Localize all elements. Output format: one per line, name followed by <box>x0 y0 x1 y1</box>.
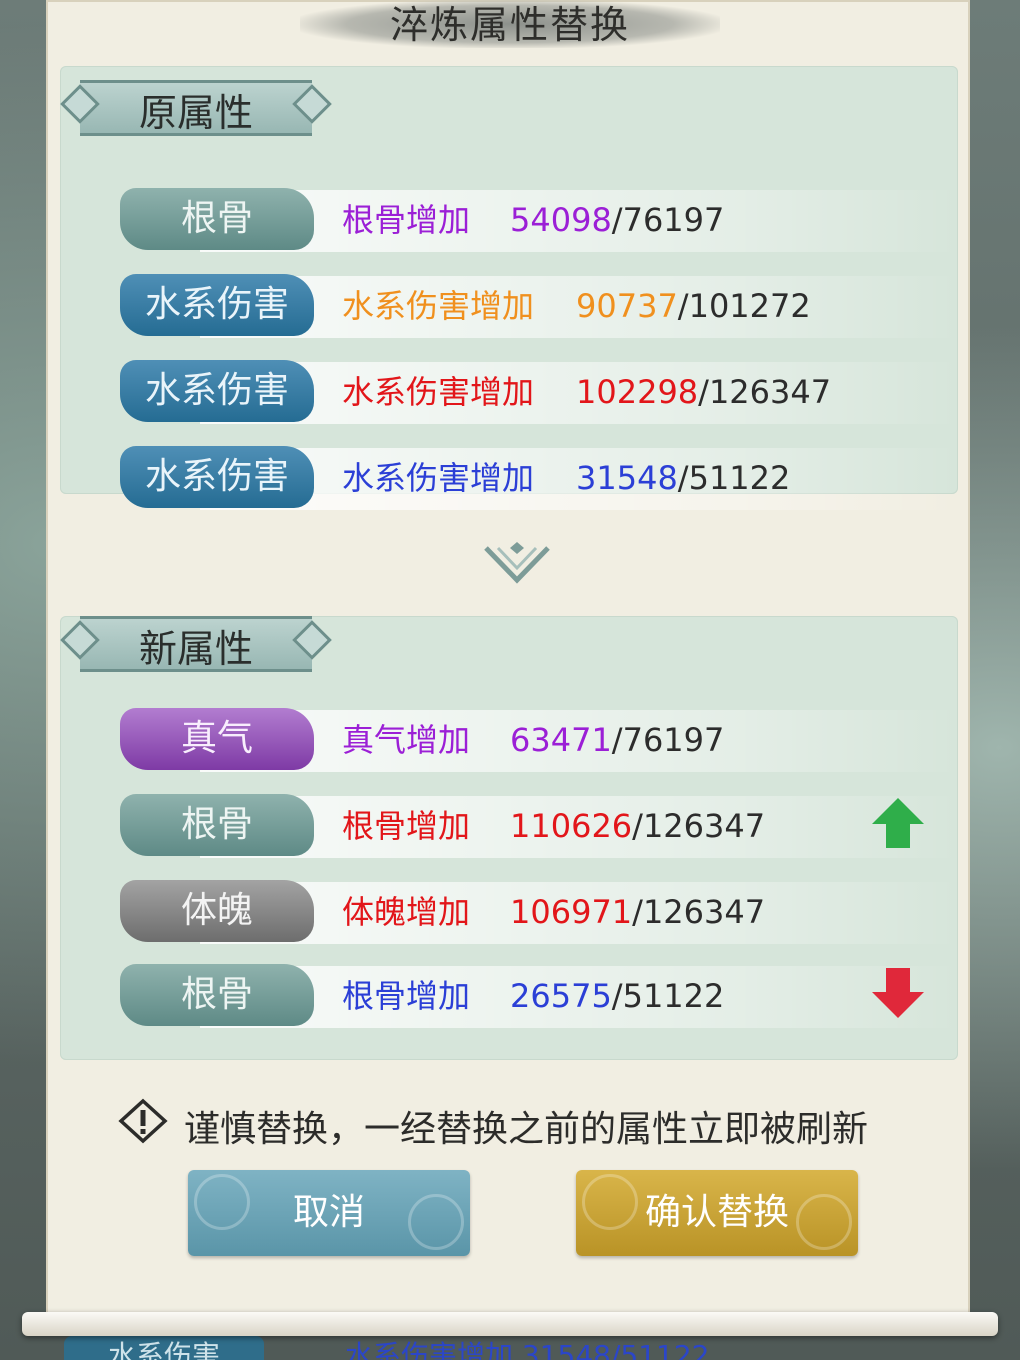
cloud-ornament <box>194 1174 250 1230</box>
old-attributes-header: 原属性 <box>60 76 332 136</box>
background-tag: 水系伤害 <box>64 1336 264 1360</box>
attribute-tag: 水系伤害 <box>120 274 314 336</box>
attribute-tag: 体魄 <box>120 880 314 942</box>
attribute-row: 根骨 根骨增加 110626/126347 <box>120 794 960 858</box>
attribute-tag: 根骨 <box>120 188 314 250</box>
cloud-ornament <box>582 1174 638 1230</box>
cloud-ornament <box>408 1194 464 1250</box>
attribute-value: 102298/126347 <box>576 372 831 412</box>
title-banner: 淬炼属性替换 <box>300 0 720 48</box>
new-attributes-label: 新属性 <box>138 627 253 671</box>
attribute-tag: 真气 <box>120 708 314 770</box>
attribute-value: 106971/126347 <box>510 892 765 932</box>
arrow-down-icon <box>872 968 924 1018</box>
attribute-name: 水系伤害增加 <box>342 459 535 497</box>
attribute-max: /51122 <box>611 977 725 1015</box>
chevron-down-icon <box>484 542 550 584</box>
attribute-row: 真气 真气增加 63471/76197 <box>120 708 960 772</box>
attribute-tag: 水系伤害 <box>120 360 314 422</box>
attribute-value: 110626/126347 <box>510 806 765 846</box>
attribute-value: 26575/51122 <box>510 976 724 1016</box>
attribute-current: 31548 <box>576 459 678 497</box>
dialog-title: 淬炼属性替换 <box>389 3 630 47</box>
attribute-name: 真气增加 <box>342 721 471 759</box>
attribute-value: 54098/76197 <box>510 200 724 240</box>
attribute-row: 水系伤害 水系伤害增加 31548/51122 <box>120 446 960 510</box>
attribute-current: 102298 <box>576 373 699 411</box>
confirm-replace-button[interactable]: 确认替换 <box>576 1170 858 1256</box>
attribute-value: 63471/76197 <box>510 720 724 760</box>
attribute-current: 106971 <box>510 893 633 931</box>
attribute-name: 根骨增加 <box>342 201 471 239</box>
attribute-max: /76197 <box>611 721 725 759</box>
arrow-up-icon <box>872 798 924 848</box>
warning-notice: 谨慎替换，一经替换之前的属性立即被刷新 <box>118 1096 918 1150</box>
background-attribute-row: 水系伤害 水系伤害增加 31548/51122 <box>0 1336 1020 1360</box>
attribute-row: 体魄 体魄增加 106971/126347 <box>120 880 960 944</box>
cancel-button-label: 取消 <box>292 1192 365 1233</box>
new-attributes-header: 新属性 <box>60 612 332 672</box>
attribute-max: /126347 <box>632 893 766 931</box>
attribute-tag: 根骨 <box>120 794 314 856</box>
attribute-value: 31548/51122 <box>576 458 790 498</box>
background-text: 水系伤害增加 31548/51122 <box>345 1339 710 1360</box>
attribute-row: 水系伤害 水系伤害增加 90737/101272 <box>120 274 960 338</box>
warning-text: 谨慎替换，一经替换之前的属性立即被刷新 <box>184 1109 869 1150</box>
attribute-max: /76197 <box>611 201 725 239</box>
attribute-name: 水系伤害增加 <box>342 287 535 325</box>
confirm-button-label: 确认替换 <box>644 1192 789 1233</box>
attribute-name: 根骨增加 <box>342 977 471 1015</box>
attribute-max: /126347 <box>632 807 766 845</box>
scroll-rod <box>22 1312 998 1336</box>
attribute-current: 110626 <box>510 807 633 845</box>
attribute-current: 26575 <box>510 977 612 1015</box>
attribute-row: 根骨 根骨增加 26575/51122 <box>120 964 960 1028</box>
attribute-value: 90737/101272 <box>576 286 811 326</box>
attribute-name: 根骨增加 <box>342 807 471 845</box>
cloud-ornament <box>796 1194 852 1250</box>
attribute-row: 根骨 根骨增加 54098/76197 <box>120 188 960 252</box>
attribute-row: 水系伤害 水系伤害增加 102298/126347 <box>120 360 960 424</box>
attribute-max: /126347 <box>698 373 832 411</box>
attribute-current: 63471 <box>510 721 612 759</box>
attribute-tag: 根骨 <box>120 964 314 1026</box>
old-attributes-label: 原属性 <box>138 91 253 135</box>
attribute-name: 水系伤害增加 <box>342 373 535 411</box>
attribute-max: /101272 <box>677 287 811 325</box>
attribute-current: 54098 <box>510 201 612 239</box>
attribute-tag: 水系伤害 <box>120 446 314 508</box>
attribute-max: /51122 <box>677 459 791 497</box>
attribute-name: 体魄增加 <box>342 893 471 931</box>
attribute-current: 90737 <box>576 287 678 325</box>
cancel-button[interactable]: 取消 <box>188 1170 470 1256</box>
warning-icon <box>118 1098 168 1144</box>
